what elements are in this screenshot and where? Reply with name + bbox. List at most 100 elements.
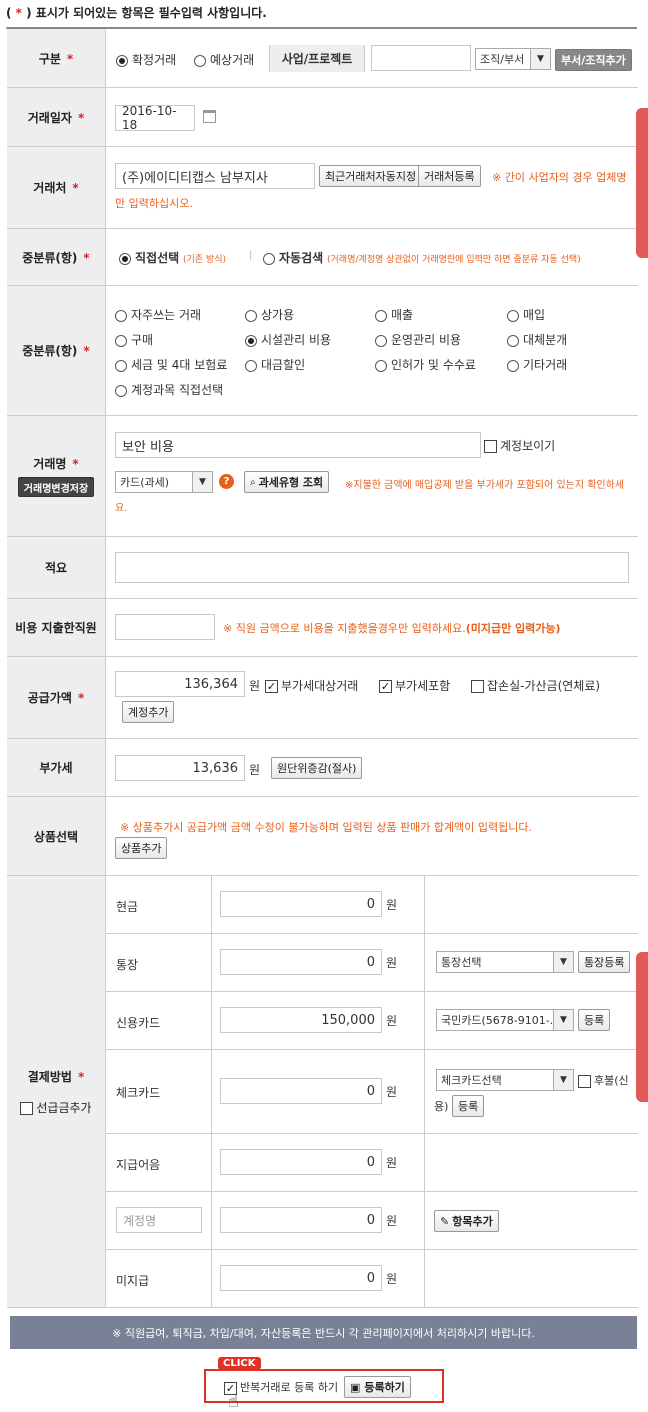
check-card-select[interactable]: 체크카드선택 ▼ (436, 1069, 574, 1091)
staff-input[interactable] (115, 614, 215, 640)
radio-expected[interactable]: 예상거래 (194, 51, 254, 68)
round-down-button[interactable]: 원단위증감(절사) (271, 757, 363, 779)
product-row: 상품선택 ※ 상품추가시 공급가액 금액 수정이 불가능하며 입력된 상품 판매… (7, 797, 638, 876)
register-credit-button[interactable]: 등록 (578, 1009, 611, 1031)
register-bank-button[interactable]: 통장등록 (578, 951, 631, 973)
class-option[interactable]: 구매 (115, 331, 153, 348)
class-option[interactable]: 세금 및 4대 보험료 (115, 356, 227, 373)
prepay-checkbox[interactable]: 선급금추가 (20, 1099, 92, 1116)
date-row: 거래일자 * 2016-10-18 (7, 88, 638, 147)
help-icon[interactable]: ? (219, 474, 234, 489)
class-option[interactable]: 기타거래 (507, 356, 567, 373)
class-option[interactable]: 대체분개 (507, 331, 567, 348)
payment-row: 결제방법 * 선급금추가 현금 0원 통장 0원 통장선택 ▼ 통장등록 신용카드 … (7, 876, 638, 1308)
class-option[interactable]: 매출 (375, 306, 413, 323)
class-option-selected[interactable]: 시설관리 비용 (245, 331, 331, 348)
hand-pointer-icon: ☝ (228, 1391, 239, 1412)
bank-amount-input[interactable]: 0 (220, 949, 382, 975)
payment-check-card: 체크카드 0원 체크카드선택 ▼ 후불(신 용) 등록 (106, 1050, 638, 1134)
unpaid-amount-input[interactable]: 0 (220, 1265, 382, 1291)
vat-row: 부가세 13,636 원 원단위증감(절사) (7, 739, 638, 797)
tax-type-select[interactable]: 카드(과세) ▼ (115, 471, 213, 493)
postpaid-checkbox[interactable]: 후불(신 (578, 1072, 629, 1088)
footer-notice: ※ 직원급여, 퇴직금, 차입/대여, 자산등록은 반드시 각 관리페이지에서 … (10, 1316, 637, 1349)
bank-select[interactable]: 통장선택 ▼ (436, 951, 574, 973)
credit-card-select[interactable]: 국민카드(5678-9101-... ▼ (436, 1009, 574, 1031)
project-label: 사업/프로젝트 (269, 45, 365, 72)
submit-area: ✓ 반복거래로 등록 하기 ▣ 등록하기 (204, 1369, 444, 1403)
class-option[interactable]: 계정과목 직접선택 (115, 381, 223, 398)
tax-note-2: 요. (115, 503, 128, 514)
class-option[interactable]: 인허가 및 수수료 (375, 356, 476, 373)
vat-included-checkbox[interactable]: ✓ 부가세포함 (379, 677, 450, 694)
save-deal-name-button[interactable]: 거래명변경저장 (17, 477, 95, 497)
required-notice: ( * ) 표시가 되어있는 항목은 필수입력 사항입니다. (6, 6, 267, 20)
register-button[interactable]: ▣ 등록하기 (344, 1376, 411, 1398)
deal-row: 거래명 * 거래명변경저장 보안 비용 계정보이기 카드(과세) ▼ ? ⌕ 과세유형… (7, 416, 638, 537)
tax-note: ※지불한 금액에 매입공제 받을 부가세가 포함되어 있는지 확인하세 (345, 480, 625, 491)
vendor-input[interactable]: (주)에이디티캡스 남부지사 (115, 163, 315, 189)
chevron-down-icon: ▼ (553, 952, 573, 972)
class-option[interactable]: 매입 (507, 306, 545, 323)
payment-cash: 현금 0원 (106, 876, 638, 934)
project-input[interactable] (371, 45, 471, 71)
recent-vendor-button[interactable]: 최근거래처자동지정 (319, 165, 423, 187)
payment-custom: 계정명 0원 ✎ 항목추가 (106, 1192, 638, 1250)
chevron-down-icon: ▼ (530, 49, 550, 69)
add-product-button[interactable]: 상품추가 (115, 837, 168, 859)
register-check-button[interactable]: 등록 (452, 1095, 485, 1117)
staff-note: ※ 직원 금액으로 비용을 지출했을경우만 입력하세요.(미지급만 입력가능) (223, 622, 561, 635)
radio-confirmed[interactable]: 확정거래 (116, 51, 176, 68)
repeat-checkbox[interactable]: ✓ 반복거래로 등록 하기 (224, 1379, 338, 1395)
vat-amount-input[interactable]: 13,636 (115, 755, 245, 781)
radio-auto-search[interactable]: 자동검색 (거래명/계정명 상관없이 거래명란에 입력만 하면 중분류 자동 선… (263, 249, 581, 266)
side-tab[interactable] (636, 952, 648, 1102)
add-item-button[interactable]: ✎ 항목추가 (434, 1210, 499, 1232)
class-mode-row: 중분류(항) * 직접선택 (기존 방식) | 자동검색 (거래명/계정명 상관없… (7, 229, 638, 286)
payment-bill: 지급어음 0원 (106, 1134, 638, 1192)
dept-select[interactable]: 조직/부서 ▼ (475, 48, 551, 70)
misc-loss-checkbox[interactable]: 잡손실-가산금(연체료) (471, 677, 600, 694)
supply-amount-input[interactable]: 136,364 (115, 671, 245, 697)
class-option[interactable]: 운영관리 비용 (375, 331, 461, 348)
show-account-checkbox[interactable]: 계정보이기 (484, 437, 555, 454)
chevron-down-icon: ▼ (192, 472, 212, 492)
transaction-form: 구분 * 확정거래 예상거래 사업/프로젝트 조직/부서 ▼ 부서/조직추가 거래일… (6, 27, 638, 1308)
bill-amount-input[interactable]: 0 (220, 1149, 382, 1175)
check-amount-input[interactable]: 0 (220, 1078, 382, 1104)
side-tab[interactable] (636, 108, 648, 258)
deal-name-input[interactable]: 보안 비용 (115, 432, 481, 458)
payment-unpaid: 미지급 0원 (106, 1250, 638, 1308)
vendor-row: 거래처 * (주)에이디티캡스 남부지사 최근거래처자동지정 거래처등록 ※ 간이… (7, 147, 638, 229)
type-row: 구분 * 확정거래 예상거래 사업/프로젝트 조직/부서 ▼ 부서/조직추가 (7, 29, 638, 88)
memo-row: 적요 (7, 537, 638, 599)
add-dept-button[interactable]: 부서/조직추가 (555, 49, 632, 71)
vendor-note: ※ 간이 사업자의 경우 업체명 (492, 171, 627, 184)
register-vendor-button[interactable]: 거래처등록 (418, 165, 481, 187)
edit-icon: ✎ (440, 1214, 450, 1228)
custom-amount-input[interactable]: 0 (220, 1207, 382, 1233)
class-option[interactable]: 자주쓰는 거래 (115, 306, 201, 323)
tax-lookup-button[interactable]: ⌕ 과세유형 조회 (244, 471, 330, 493)
class-row: 중분류(항) * 자주쓰는 거래 상가용 매출 매입 구매 시설관리 비용 운영관… (7, 286, 638, 416)
date-input[interactable]: 2016-10-18 (115, 104, 195, 132)
vat-target-checkbox[interactable]: ✓ 부가세대상거래 (265, 677, 358, 694)
save-icon: ▣ (350, 1380, 361, 1394)
calendar-icon[interactable] (203, 110, 216, 123)
payment-credit-card: 신용카드 150,000 원 국민카드(5678-9101-... ▼ 등록 (106, 992, 638, 1050)
credit-amount-input[interactable]: 150,000 (220, 1007, 382, 1033)
chevron-down-icon: ▼ (553, 1070, 573, 1090)
account-name-input[interactable]: 계정명 (116, 1207, 202, 1233)
payment-bank: 통장 0원 통장선택 ▼ 통장등록 (106, 934, 638, 992)
supply-row: 공급가액 * 136,364 원 ✓ 부가세대상거래 ✓ 부가세포함 잡손실-가산금(… (7, 657, 638, 739)
cash-amount-input[interactable]: 0 (220, 891, 382, 917)
memo-input[interactable] (115, 552, 629, 583)
vendor-note-2: 만 입력하십시오. (115, 197, 193, 210)
type-label: 구분 * (7, 29, 106, 87)
class-option[interactable]: 상가용 (245, 306, 294, 323)
add-account-button[interactable]: 계정추가 (122, 701, 175, 723)
magnifier-icon: ⌕ (250, 476, 256, 488)
class-option[interactable]: 대금할인 (245, 356, 305, 373)
chevron-down-icon: ▼ (553, 1010, 573, 1030)
radio-direct-select[interactable]: 직접선택 (기존 방식) (119, 249, 226, 266)
